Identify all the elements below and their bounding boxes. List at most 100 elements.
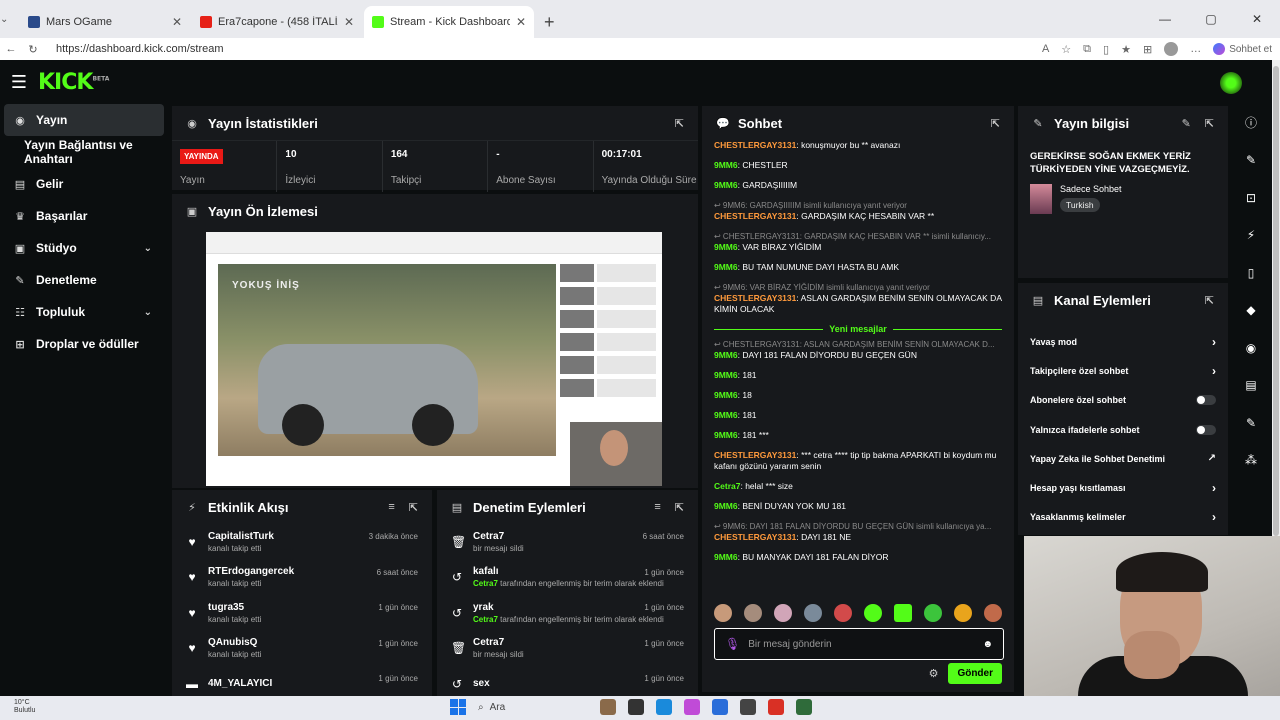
emote-icon[interactable] bbox=[804, 604, 822, 622]
emote-icon[interactable] bbox=[834, 604, 852, 622]
chat-message-list[interactable]: CHESTLERGAY3131: konuşmuyor bu ** avanaz… bbox=[702, 140, 1014, 563]
emotes-only-toggle[interactable] bbox=[1196, 424, 1216, 435]
action-followers-only[interactable]: Takipçilere özel sohbet › bbox=[1018, 356, 1228, 385]
emoji-picker-icon[interactable]: ☻ bbox=[982, 639, 993, 650]
sidebar-item-denetleme[interactable]: ✎ Denetleme bbox=[0, 264, 168, 296]
capture-icon[interactable]: ⊡ bbox=[1234, 179, 1268, 217]
undo-icon[interactable]: ↺ bbox=[451, 570, 463, 584]
close-tab-icon[interactable]: ✕ bbox=[172, 15, 182, 29]
gear-icon[interactable]: ⚙ bbox=[929, 667, 939, 680]
undo-icon[interactable]: ↺ bbox=[451, 677, 463, 691]
chrome-icon[interactable] bbox=[768, 699, 784, 715]
action-account-age[interactable]: Hesap yaşı kısıtlaması › bbox=[1018, 473, 1228, 502]
mod-target[interactable]: Cetra7 bbox=[473, 531, 524, 542]
chat-message[interactable]: CHESTLERGAY3131: ASLAN GARDAŞIM BENİM SE… bbox=[714, 293, 1002, 315]
app-icon[interactable] bbox=[740, 699, 756, 715]
popout-icon[interactable]: ⇱ bbox=[409, 501, 418, 514]
apps-icon[interactable]: ⁂ bbox=[1234, 442, 1268, 480]
chat-message[interactable]: 9MM6: GARDAŞIIIIIM bbox=[714, 180, 1002, 191]
chat-message[interactable]: 9MM6: 18 bbox=[714, 390, 1002, 401]
action-banned-words[interactable]: Yasaklanmış kelimeler › bbox=[1018, 503, 1228, 532]
chat-username[interactable]: CHESTLERGAY3131 bbox=[714, 293, 796, 303]
info-icon[interactable]: ⓘ bbox=[1234, 104, 1268, 142]
mod-target[interactable]: yrak bbox=[473, 602, 664, 613]
browser-tab-1[interactable]: Era7capone - (458 İTALİA) - Yo ✕ bbox=[192, 6, 362, 38]
collections-icon[interactable]: ⊞ bbox=[1143, 43, 1152, 56]
chat-username[interactable]: CHESTLERGAY3131 bbox=[714, 532, 796, 542]
chat-message[interactable]: CHESTLERGAY3131: konuşmuyor bu ** avanaz… bbox=[714, 140, 1002, 151]
send-button[interactable]: Gönder bbox=[948, 663, 1002, 684]
close-tab-icon[interactable]: ✕ bbox=[344, 15, 354, 29]
chat-message[interactable]: CHESTLERGAY3131: DAYI 181 NE bbox=[714, 532, 1002, 543]
minimize-icon[interactable]: — bbox=[1142, 12, 1188, 26]
new-tab-button[interactable]: + bbox=[534, 6, 565, 38]
chat-username[interactable]: 9MM6 bbox=[714, 430, 738, 440]
favorites-icon[interactable]: ★ bbox=[1121, 43, 1131, 56]
chat-message[interactable]: 9MM6: 181 bbox=[714, 370, 1002, 381]
chat-username[interactable]: 9MM6 bbox=[714, 242, 738, 252]
chat-message[interactable]: 9MM6: CHESTLER bbox=[714, 160, 1002, 171]
activity-user[interactable]: tugra35 bbox=[208, 602, 261, 613]
chat-username[interactable]: 9MM6 bbox=[714, 370, 738, 380]
mod-target[interactable]: sex bbox=[473, 678, 490, 689]
chat-username[interactable]: Cetra7 bbox=[714, 481, 740, 491]
weather-widget[interactable]: 10°C Bulutlu bbox=[14, 699, 35, 715]
edge-icon[interactable] bbox=[656, 699, 672, 715]
category-thumbnail[interactable] bbox=[1030, 184, 1052, 214]
chat-username[interactable]: CHESTLERGAY3131 bbox=[714, 211, 796, 221]
chat-username[interactable]: 9MM6 bbox=[714, 180, 738, 190]
popout-icon[interactable]: ⇱ bbox=[1205, 294, 1214, 307]
emote-icon[interactable] bbox=[774, 604, 792, 622]
read-aloud-icon[interactable]: A bbox=[1042, 43, 1049, 55]
chat-message[interactable]: 9MM6: BU TAM NUMUNE DAYI HASTA BU AMK bbox=[714, 262, 1002, 273]
browser-tab-2[interactable]: Stream - Kick Dashboard ✕ bbox=[364, 6, 534, 38]
chat-message[interactable]: 9MM6: BENİ DUYAN YOK MU 181 bbox=[714, 501, 1002, 512]
mod-target[interactable]: kafalı bbox=[473, 566, 664, 577]
activity-user[interactable]: CapitalistTurk bbox=[208, 531, 274, 542]
chat-message[interactable]: 9MM6: DAYI 181 FALAN DİYORDU BU GEÇEN GÜ… bbox=[714, 350, 1002, 361]
close-tab-icon[interactable]: ✕ bbox=[516, 15, 526, 29]
more-menu-icon[interactable]: … bbox=[1190, 43, 1201, 55]
chat-username[interactable]: 9MM6 bbox=[714, 262, 738, 272]
app-icon[interactable] bbox=[796, 699, 812, 715]
popout-icon[interactable]: ⇱ bbox=[675, 501, 684, 514]
chat-message[interactable]: CHESTLERGAY3131: *** cetra **** tip tip … bbox=[714, 450, 1002, 472]
wrench-icon[interactable]: ✎ bbox=[1234, 404, 1268, 442]
layers-icon[interactable]: ▤ bbox=[1234, 367, 1268, 405]
activity-user[interactable]: RTErdogangercek bbox=[208, 566, 294, 577]
chat-username[interactable]: 9MM6 bbox=[714, 410, 738, 420]
category-name[interactable]: Sadece Sohbet bbox=[1060, 184, 1122, 194]
favorite-star-icon[interactable]: ☆ bbox=[1061, 43, 1071, 56]
chat-username[interactable]: 9MM6 bbox=[714, 160, 738, 170]
avatar[interactable] bbox=[1164, 42, 1179, 56]
extensions-icon[interactable]: ⧉ bbox=[1083, 43, 1091, 56]
chat-message[interactable]: 9MM6: BU MANYAK DAYI 181 FALAN DİYOR bbox=[714, 552, 1002, 563]
sidebar-item-studyo[interactable]: ▣ Stüdyo ⌄ bbox=[0, 232, 168, 264]
sidebar-item-droplar[interactable]: ⊞ Droplar ve ödüller bbox=[0, 328, 168, 360]
emote-icon[interactable] bbox=[894, 604, 912, 622]
user-avatar[interactable] bbox=[1220, 72, 1242, 94]
popout-icon[interactable]: ⇱ bbox=[1205, 117, 1214, 130]
sidebar-item-topluluk[interactable]: ☷ Topluluk ⌄ bbox=[0, 296, 168, 328]
edit-pencil-icon[interactable]: ✎ bbox=[1182, 117, 1191, 130]
popout-icon[interactable]: ⇱ bbox=[991, 117, 1000, 130]
edit-pencil-icon[interactable]: ✎ bbox=[1234, 142, 1268, 180]
activity-user[interactable]: QAnubisQ bbox=[208, 637, 261, 648]
action-ai-moderation[interactable]: Yapay Zeka ile Sohbet Denetimi ↗ bbox=[1018, 444, 1228, 473]
stream-preview-video[interactable]: YOKUŞ İNİŞ bbox=[206, 232, 662, 486]
hamburger-menu-icon[interactable]: ☰ bbox=[0, 72, 38, 93]
chat-username[interactable]: 9MM6 bbox=[714, 552, 738, 562]
chat-username[interactable]: 9MM6 bbox=[714, 390, 738, 400]
mod-target[interactable]: Cetra7 bbox=[473, 637, 524, 648]
undo-icon[interactable]: ↺ bbox=[451, 606, 463, 620]
lightning-icon[interactable]: ⚡ bbox=[1234, 217, 1268, 255]
broadcast-icon[interactable]: ◉ bbox=[1234, 329, 1268, 367]
subscribers-only-toggle[interactable] bbox=[1196, 395, 1216, 406]
back-icon[interactable]: ← bbox=[0, 43, 22, 55]
split-screen-icon[interactable]: ▯ bbox=[1103, 43, 1109, 56]
language-tag[interactable]: Turkish bbox=[1060, 198, 1100, 212]
chat-username[interactable]: CHESTLERGAY3131 bbox=[714, 450, 796, 460]
chat-username[interactable]: CHESTLERGAY3131 bbox=[714, 140, 796, 150]
url-field[interactable]: https://dashboard.kick.com/stream bbox=[56, 43, 1042, 55]
maximize-icon[interactable]: ▢ bbox=[1188, 12, 1234, 26]
